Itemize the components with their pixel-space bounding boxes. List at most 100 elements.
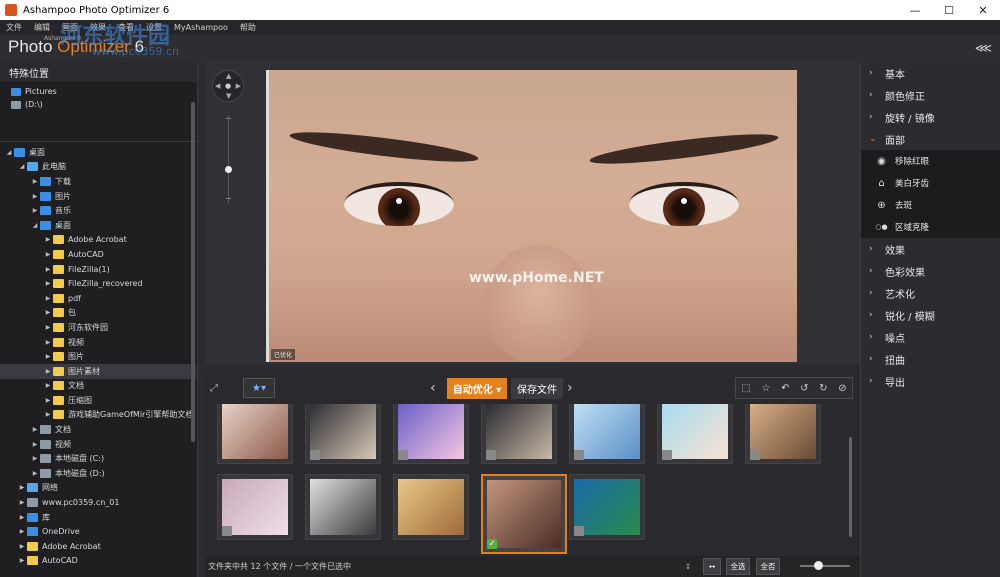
tree-item[interactable]: ▶ OneDrive: [0, 524, 196, 539]
tree-item[interactable]: ▶ 本地磁盘 (C:): [0, 451, 196, 466]
expand-arrow-icon[interactable]: ▶: [30, 455, 40, 462]
tree-item[interactable]: ▶ 文档: [0, 379, 196, 394]
compare-icon[interactable]: ⊘: [838, 383, 846, 394]
section-artistic[interactable]: › 艺术化: [861, 282, 1000, 304]
tree-item[interactable]: ▶ FileZilla(1): [0, 262, 196, 277]
tree-item[interactable]: ▶ AutoCAD: [0, 554, 196, 569]
expand-arrow-icon[interactable]: ▶: [43, 411, 53, 418]
select-icon[interactable]: ⬚: [741, 383, 750, 394]
checkbox-icon[interactable]: [574, 450, 584, 460]
menu-myashampoo[interactable]: MyAshampoo: [174, 23, 228, 32]
expand-arrow-icon[interactable]: ▶: [43, 397, 53, 404]
thumbnail-size-track[interactable]: [800, 565, 850, 567]
tree-item[interactable]: ▶ 本地磁盘 (D:): [0, 466, 196, 481]
thumbnail[interactable]: ✓: [481, 474, 567, 554]
pan-navigator[interactable]: ▲ ▼ ◀ ▶ ●: [212, 70, 244, 102]
menu-settings[interactable]: 设置: [146, 22, 162, 33]
expand-arrow-icon[interactable]: ▶: [43, 295, 53, 302]
expand-arrow-icon[interactable]: ▶: [17, 528, 27, 535]
section-sharpen-blur[interactable]: › 锐化 / 模糊: [861, 304, 1000, 326]
expand-arrow-icon[interactable]: ▶: [43, 382, 53, 389]
tree-item[interactable]: ▶ 网络: [0, 481, 196, 496]
folder-tree-scrollbar[interactable]: [191, 102, 195, 442]
expand-arrow-icon[interactable]: ▶: [17, 514, 27, 521]
share-icon[interactable]: ⋘: [975, 41, 992, 55]
expand-arrow-icon[interactable]: ▶: [17, 557, 27, 564]
checkmark-icon[interactable]: ✓: [487, 539, 497, 549]
expand-arrow-icon[interactable]: ▶: [30, 193, 40, 200]
menu-view[interactable]: 查看: [118, 22, 134, 33]
section-effects[interactable]: › 效果: [861, 238, 1000, 260]
save-file-button[interactable]: 保存文件: [511, 378, 563, 399]
pan-left-icon[interactable]: ◀: [215, 82, 220, 90]
expand-arrow-icon[interactable]: ▶: [17, 499, 27, 506]
section-rotate-mirror[interactable]: › 旋转 / 镜像: [861, 106, 1000, 128]
next-image-button[interactable]: ›: [567, 380, 573, 396]
menu-file[interactable]: 文件: [6, 22, 22, 33]
favorite-filter-button[interactable]: ★▾: [243, 378, 275, 398]
close-button[interactable]: ✕: [966, 0, 1000, 20]
collapse-arrow-icon[interactable]: ◢: [17, 163, 27, 170]
expand-arrow-icon[interactable]: ▶: [43, 309, 53, 316]
checkbox-icon[interactable]: [398, 450, 408, 460]
tree-item[interactable]: ▶ 视频: [0, 437, 196, 452]
expand-arrow-icon[interactable]: ▶: [30, 470, 40, 477]
checkbox-icon[interactable]: [222, 526, 232, 536]
tree-item[interactable]: ▶ 图片: [0, 189, 196, 204]
tool-clone-area[interactable]: ○● 区域克隆: [861, 216, 1000, 238]
expand-arrow-icon[interactable]: ▶: [30, 207, 40, 214]
thumbnail[interactable]: [217, 474, 293, 540]
tree-item[interactable]: ◢ 桌面: [0, 218, 196, 233]
section-face[interactable]: ⌄ 面部: [861, 128, 1000, 150]
undo-icon[interactable]: ↶: [781, 383, 789, 394]
minimize-button[interactable]: —: [898, 0, 932, 20]
menu-effects[interactable]: 效果: [90, 22, 106, 33]
pan-up-icon[interactable]: ▲: [226, 72, 231, 80]
expand-arrow-icon[interactable]: ▶: [43, 236, 53, 243]
tree-item[interactable]: ▶ Adobe Acrobat: [0, 233, 196, 248]
select-none-button[interactable]: 全否: [756, 558, 780, 575]
thumbnail[interactable]: [481, 404, 557, 464]
collapse-arrow-icon[interactable]: ◢: [4, 149, 14, 156]
maximize-button[interactable]: ☐: [932, 0, 966, 20]
thumbnail[interactable]: [217, 404, 293, 464]
section-export[interactable]: › 导出: [861, 370, 1000, 392]
tree-item[interactable]: ▶ 视频: [0, 335, 196, 350]
tree-item[interactable]: ▶ AutoCAD: [0, 247, 196, 262]
tree-item[interactable]: ▶ 库: [0, 510, 196, 525]
thumbnail[interactable]: [393, 404, 469, 464]
expand-arrow-icon[interactable]: ▶: [17, 543, 27, 550]
expand-arrow-icon[interactable]: ▶: [30, 178, 40, 185]
pan-center-icon[interactable]: ●: [225, 82, 231, 90]
tree-item[interactable]: ▶ 游戏辅助GameOfMir引擎帮助文档: [0, 408, 196, 423]
thumbnail[interactable]: [745, 404, 821, 464]
tree-item[interactable]: ▶ 图片: [0, 349, 196, 364]
expand-arrow-icon[interactable]: ▶: [43, 280, 53, 287]
expand-arrow-icon[interactable]: ▶: [30, 441, 40, 448]
pan-down-icon[interactable]: ▼: [226, 92, 231, 100]
expand-arrow-icon[interactable]: ▶: [43, 251, 53, 258]
tree-item[interactable]: ◢ 桌面: [0, 145, 196, 160]
tree-item[interactable]: ▶ 河东软件园: [0, 320, 196, 335]
tree-item[interactable]: ▶ 音乐: [0, 203, 196, 218]
tree-item[interactable]: ▶ FileZilla_recovered: [0, 276, 196, 291]
zoom-out-icon[interactable]: −: [225, 194, 232, 203]
tree-item[interactable]: ▶ 压缩图: [0, 393, 196, 408]
section-color-effects[interactable]: › 色彩效果: [861, 260, 1000, 282]
section-distort[interactable]: › 扭曲: [861, 348, 1000, 370]
sort-vertical-icon[interactable]: ↕: [680, 558, 696, 575]
expand-arrow-icon[interactable]: ▶: [43, 324, 53, 331]
previous-image-button[interactable]: ‹: [430, 380, 436, 396]
tree-item[interactable]: ▶ 文档: [0, 422, 196, 437]
checkbox-icon[interactable]: [662, 450, 672, 460]
tree-item[interactable]: ▶ 下载: [0, 174, 196, 189]
expand-arrow-icon[interactable]: ▶: [17, 484, 27, 491]
menu-edit[interactable]: 编辑: [34, 22, 50, 33]
tree-item[interactable]: ▶ Adobe Acrobat: [0, 539, 196, 554]
thumbnail[interactable]: [569, 404, 645, 464]
checkbox-icon[interactable]: [486, 450, 496, 460]
special-item-drive-d[interactable]: (D:\): [0, 98, 197, 111]
thumbnail[interactable]: [305, 474, 381, 540]
thumbnail[interactable]: [657, 404, 733, 464]
section-noise[interactable]: › 噪点: [861, 326, 1000, 348]
